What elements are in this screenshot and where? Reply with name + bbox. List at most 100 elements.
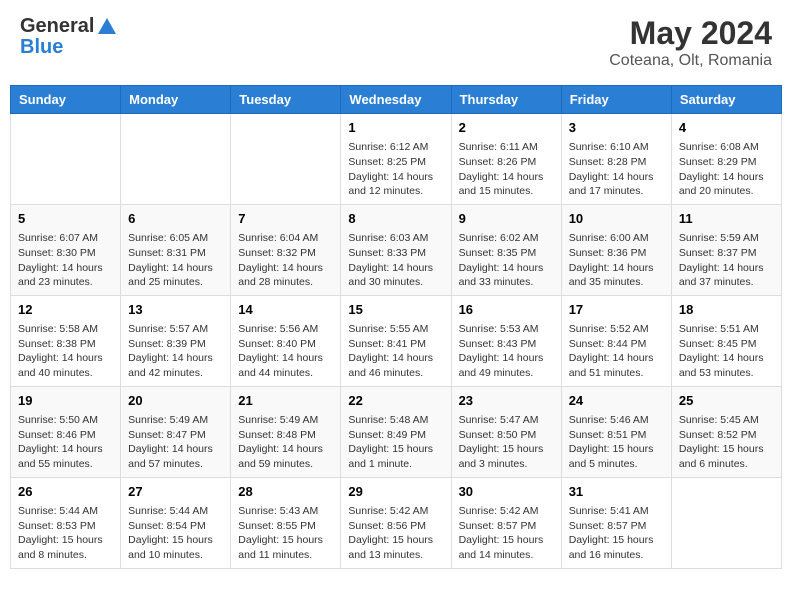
- calendar-cell: 24Sunrise: 5:46 AMSunset: 8:51 PMDayligh…: [561, 386, 671, 477]
- day-info: Sunrise: 5:59 AM: [679, 231, 774, 246]
- day-info: Sunrise: 6:04 AM: [238, 231, 333, 246]
- day-info: Daylight: 14 hours and 55 minutes.: [18, 442, 113, 471]
- calendar-cell: 6Sunrise: 6:05 AMSunset: 8:31 PMDaylight…: [121, 204, 231, 295]
- day-number: 1: [348, 119, 443, 137]
- day-info: Daylight: 15 hours and 14 minutes.: [459, 533, 554, 562]
- day-info: Sunrise: 5:58 AM: [18, 322, 113, 337]
- day-info: Sunset: 8:37 PM: [679, 246, 774, 261]
- day-info: Sunset: 8:30 PM: [18, 246, 113, 261]
- day-number: 9: [459, 210, 554, 228]
- day-number: 26: [18, 483, 113, 501]
- day-info: Sunset: 8:54 PM: [128, 519, 223, 534]
- day-info: Sunset: 8:57 PM: [459, 519, 554, 534]
- day-info: Sunrise: 6:10 AM: [569, 140, 664, 155]
- month-year: May 2024: [609, 15, 772, 52]
- day-number: 13: [128, 301, 223, 319]
- day-number: 23: [459, 392, 554, 410]
- logo-icon: [96, 16, 118, 38]
- calendar-cell: 10Sunrise: 6:00 AMSunset: 8:36 PMDayligh…: [561, 204, 671, 295]
- day-info: Sunset: 8:48 PM: [238, 428, 333, 443]
- day-info: Sunrise: 6:00 AM: [569, 231, 664, 246]
- column-header-friday: Friday: [561, 86, 671, 114]
- calendar-cell: 20Sunrise: 5:49 AMSunset: 8:47 PMDayligh…: [121, 386, 231, 477]
- day-info: Sunset: 8:39 PM: [128, 337, 223, 352]
- calendar-cell: 29Sunrise: 5:42 AMSunset: 8:56 PMDayligh…: [341, 477, 451, 568]
- day-info: Sunset: 8:29 PM: [679, 155, 774, 170]
- day-info: Sunset: 8:44 PM: [569, 337, 664, 352]
- day-number: 3: [569, 119, 664, 137]
- day-info: Sunrise: 5:57 AM: [128, 322, 223, 337]
- day-info: Daylight: 14 hours and 28 minutes.: [238, 261, 333, 290]
- day-info: Daylight: 14 hours and 46 minutes.: [348, 351, 443, 380]
- day-info: Sunset: 8:25 PM: [348, 155, 443, 170]
- day-info: Sunset: 8:41 PM: [348, 337, 443, 352]
- page-header: General Blue May 2024 Coteana, Olt, Roma…: [10, 10, 782, 75]
- day-info: Sunrise: 5:45 AM: [679, 413, 774, 428]
- column-header-tuesday: Tuesday: [231, 86, 341, 114]
- calendar-header-row: SundayMondayTuesdayWednesdayThursdayFrid…: [11, 86, 782, 114]
- day-info: Sunset: 8:56 PM: [348, 519, 443, 534]
- day-number: 12: [18, 301, 113, 319]
- day-info: Sunset: 8:31 PM: [128, 246, 223, 261]
- day-number: 2: [459, 119, 554, 137]
- day-info: Sunrise: 6:11 AM: [459, 140, 554, 155]
- calendar-week-4: 19Sunrise: 5:50 AMSunset: 8:46 PMDayligh…: [11, 386, 782, 477]
- day-info: Sunrise: 5:56 AM: [238, 322, 333, 337]
- day-info: Daylight: 14 hours and 42 minutes.: [128, 351, 223, 380]
- location: Coteana, Olt, Romania: [609, 52, 772, 70]
- day-info: Sunrise: 5:49 AM: [238, 413, 333, 428]
- day-info: Daylight: 14 hours and 59 minutes.: [238, 442, 333, 471]
- day-info: Daylight: 14 hours and 44 minutes.: [238, 351, 333, 380]
- day-info: Daylight: 14 hours and 25 minutes.: [128, 261, 223, 290]
- calendar-cell: 23Sunrise: 5:47 AMSunset: 8:50 PMDayligh…: [451, 386, 561, 477]
- calendar-cell: 17Sunrise: 5:52 AMSunset: 8:44 PMDayligh…: [561, 295, 671, 386]
- calendar-cell: 16Sunrise: 5:53 AMSunset: 8:43 PMDayligh…: [451, 295, 561, 386]
- day-info: Sunset: 8:57 PM: [569, 519, 664, 534]
- day-number: 22: [348, 392, 443, 410]
- calendar-body: 1 Sunrise: 6:12 AMSunset: 8:25 PM Daylight…: [11, 114, 782, 569]
- day-info: Sunset: 8:47 PM: [128, 428, 223, 443]
- day-number: 19: [18, 392, 113, 410]
- calendar-cell: 21Sunrise: 5:49 AMSunset: 8:48 PMDayligh…: [231, 386, 341, 477]
- calendar-week-5: 26Sunrise: 5:44 AMSunset: 8:53 PMDayligh…: [11, 477, 782, 568]
- day-info: Sunset: 8:50 PM: [459, 428, 554, 443]
- day-info: Daylight: 15 hours and 6 minutes.: [679, 442, 774, 471]
- day-number: 25: [679, 392, 774, 410]
- day-info: Sunrise: 6:02 AM: [459, 231, 554, 246]
- calendar-cell: 3Sunrise: 6:10 AMSunset: 8:28 PMDaylight…: [561, 114, 671, 205]
- calendar-cell: 2Sunrise: 6:11 AMSunset: 8:26 PMDaylight…: [451, 114, 561, 205]
- logo-blue-text: Blue: [20, 36, 63, 59]
- day-info: Sunrise: 5:53 AM: [459, 322, 554, 337]
- day-info: Daylight: 15 hours and 13 minutes.: [348, 533, 443, 562]
- day-info: Sunrise: 6:05 AM: [128, 231, 223, 246]
- day-info: Daylight: 15 hours and 1 minute.: [348, 442, 443, 471]
- calendar-cell: 7Sunrise: 6:04 AMSunset: 8:32 PMDaylight…: [231, 204, 341, 295]
- day-number: 4: [679, 119, 774, 137]
- day-info: Sunrise: 5:44 AM: [128, 504, 223, 519]
- column-header-sunday: Sunday: [11, 86, 121, 114]
- calendar-cell: 12Sunrise: 5:58 AMSunset: 8:38 PMDayligh…: [11, 295, 121, 386]
- day-number: 11: [679, 210, 774, 228]
- day-info: Daylight: 14 hours and 17 minutes.: [569, 170, 664, 199]
- day-info: Sunrise: 5:50 AM: [18, 413, 113, 428]
- day-info: Daylight: 15 hours and 16 minutes.: [569, 533, 664, 562]
- day-info: Daylight: 15 hours and 3 minutes.: [459, 442, 554, 471]
- day-info: Sunrise: 5:43 AM: [238, 504, 333, 519]
- calendar-cell: 18Sunrise: 5:51 AMSunset: 8:45 PMDayligh…: [671, 295, 781, 386]
- day-info: Sunset: 8:45 PM: [679, 337, 774, 352]
- day-info: Daylight: 14 hours and 20 minutes.: [679, 170, 774, 199]
- day-info: Sunrise: 6:07 AM: [18, 231, 113, 246]
- day-number: 7: [238, 210, 333, 228]
- calendar-cell: 19Sunrise: 5:50 AMSunset: 8:46 PMDayligh…: [11, 386, 121, 477]
- column-header-wednesday: Wednesday: [341, 86, 451, 114]
- day-info: Sunset: 8:26 PM: [459, 155, 554, 170]
- day-info: Sunrise: 5:52 AM: [569, 322, 664, 337]
- day-info: Sunset: 8:49 PM: [348, 428, 443, 443]
- day-info: Sunrise: 6:12 AM: [348, 140, 443, 155]
- day-number: 14: [238, 301, 333, 319]
- day-info: Sunset: 8:40 PM: [238, 337, 333, 352]
- day-info: Daylight: 15 hours and 8 minutes.: [18, 533, 113, 562]
- calendar-cell: 14 Sunrise: 5:56 AMSunset: 8:40 PMDayligh…: [231, 295, 341, 386]
- day-info: Sunset: 8:52 PM: [679, 428, 774, 443]
- day-info: Daylight: 14 hours and 40 minutes.: [18, 351, 113, 380]
